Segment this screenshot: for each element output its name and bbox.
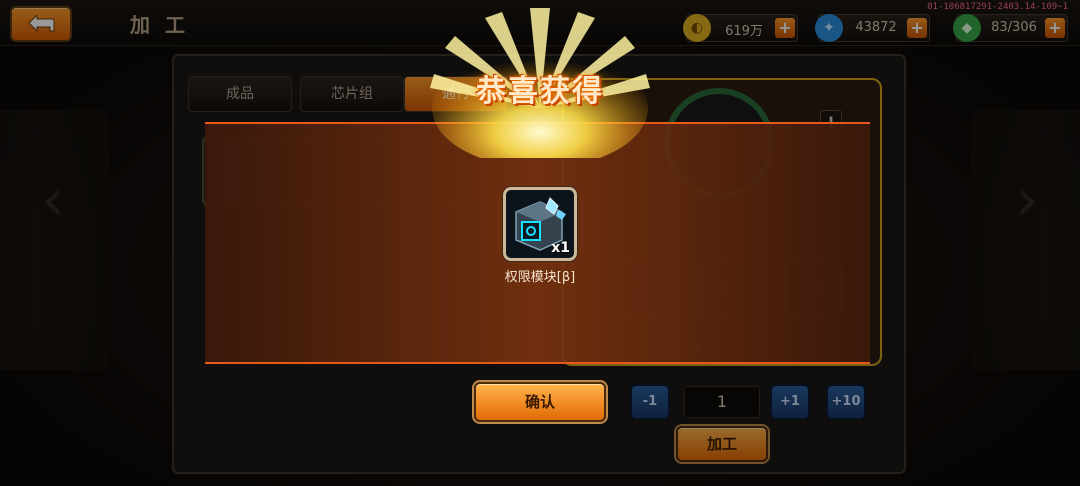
reward-item-slot[interactable]: x1 [503,187,577,261]
reward-title: 恭喜获得 [476,74,604,109]
reward-item-name: 权限模块[β] [504,270,576,285]
confirm-button[interactable]: 确认 [474,382,606,422]
reward-item-count: x1 [551,240,570,256]
